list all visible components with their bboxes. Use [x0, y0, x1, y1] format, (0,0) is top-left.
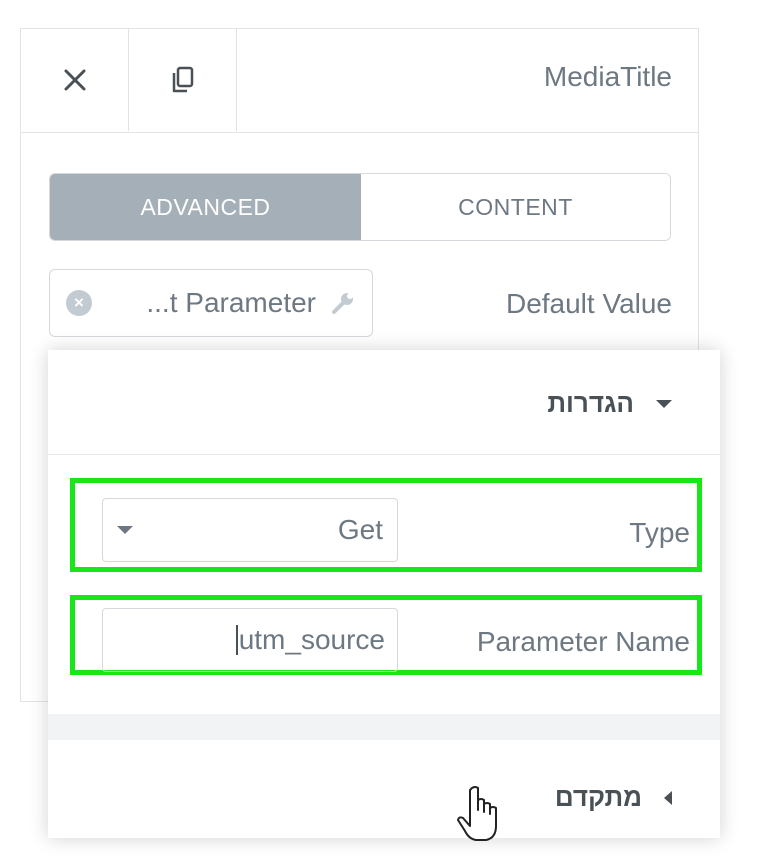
default-value-label: Default Value	[505, 288, 672, 319]
parameter-name-value: utm_source	[235, 625, 385, 655]
duplicate-button[interactable]	[129, 29, 237, 131]
hand-pointer-icon	[454, 784, 508, 851]
settings-section-header[interactable]: הגדרות	[48, 350, 720, 455]
settings-section-title[interactable]: הגדרות	[547, 388, 672, 419]
close-button[interactable]	[21, 29, 129, 131]
advanced-section-label: מתקדם	[554, 782, 642, 812]
type-select[interactable]: Get	[102, 498, 398, 562]
remove-tag-icon[interactable]: ×	[66, 290, 92, 316]
duplicate-icon	[172, 66, 193, 93]
tab-content[interactable]: CONTENT	[361, 174, 670, 240]
type-select-value: Get	[337, 514, 383, 545]
section-divider	[48, 714, 720, 740]
caret-left-icon	[664, 790, 672, 805]
tab-advanced[interactable]: ADVANCED	[50, 174, 361, 240]
parameter-name-input[interactable]: utm_source	[102, 608, 398, 672]
close-icon	[64, 69, 85, 91]
widget-title: MediaTitle	[543, 61, 672, 92]
panel-header: MediaTitle	[21, 29, 698, 133]
parameter-name-label: Parameter Name	[476, 626, 690, 657]
wrench-icon[interactable]	[330, 290, 356, 316]
settings-section-label: הגדרות	[547, 388, 634, 418]
dynamic-tag-chip[interactable]: × ...t Parameter	[49, 269, 373, 337]
dynamic-tag-label: ...t Parameter	[146, 287, 316, 318]
type-label: Type	[629, 517, 690, 548]
chevron-down-icon	[117, 526, 133, 534]
panel-tabs: ADVANCED CONTENT	[49, 173, 671, 241]
dynamic-tag-settings-popover: הגדרות Type Get Parameter Name utm_sourc…	[48, 350, 720, 838]
caret-down-icon	[656, 399, 672, 408]
advanced-section-header[interactable]: מתקדם	[555, 782, 672, 813]
